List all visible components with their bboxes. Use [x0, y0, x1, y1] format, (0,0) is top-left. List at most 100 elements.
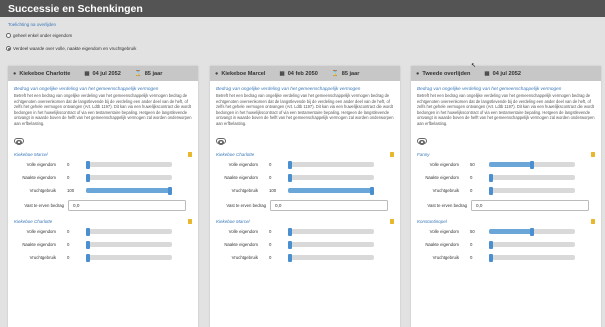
trash-icon[interactable] [390, 219, 394, 224]
person-name[interactable]: Kiekeboe Charlotte [216, 152, 254, 157]
slider-handle[interactable] [489, 240, 493, 249]
percentage-slider[interactable] [86, 240, 172, 249]
toggle-switch[interactable] [14, 138, 24, 145]
percentage-slider[interactable] [489, 160, 575, 169]
slider-handle[interactable] [288, 240, 292, 249]
option-radio-1[interactable]: Verdeel waarde over volle, naakte eigend… [6, 46, 136, 51]
slider-label: Vruchtgebruik [231, 255, 258, 260]
slider-handle[interactable] [288, 227, 292, 236]
slider-value: 50 [470, 229, 475, 234]
slider-value: 50 [470, 162, 475, 167]
slider-value: 0 [67, 242, 70, 247]
slider-label: Volle eigendom [228, 162, 258, 167]
trash-icon[interactable] [591, 219, 595, 224]
person-header: Kiekeboe Marcel [14, 152, 192, 157]
slider-handle[interactable] [86, 227, 90, 236]
percentage-slider[interactable] [489, 240, 575, 249]
hourglass-icon: ⌛ [134, 70, 142, 77]
section-description: Betreft het een bedrag van ongelijke ver… [14, 93, 192, 126]
fixed-amount-label: Vast te erven bedrag [24, 203, 64, 208]
percentage-slider[interactable] [86, 253, 172, 262]
percentage-slider[interactable] [489, 253, 575, 262]
slider-label: Volle eigendom [26, 229, 56, 234]
trash-icon[interactable] [188, 219, 192, 224]
percentage-slider[interactable] [489, 173, 575, 182]
radio-icon[interactable] [6, 33, 11, 38]
slider-handle[interactable] [489, 253, 493, 262]
option-label: Verdeel waarde over volle, naakte eigend… [13, 46, 137, 51]
calendar-icon: ▦ [279, 70, 285, 77]
slider-handle[interactable] [86, 160, 90, 169]
person-name[interactable]: Kiekeboe Marcel [216, 219, 250, 224]
slider-label: Naakte eigendom [224, 242, 258, 247]
slider-handle[interactable] [530, 160, 534, 169]
slider-label: Vruchtgebruik [29, 188, 56, 193]
percentage-slider[interactable] [288, 227, 374, 236]
person-name[interactable]: Konstantinopel [417, 219, 447, 224]
top-bar: Successie en Schenkingen [0, 0, 605, 17]
percentage-slider[interactable] [489, 186, 575, 195]
toggle-switch[interactable] [216, 138, 226, 145]
fixed-amount-input[interactable]: 0,0 [471, 200, 589, 211]
column-name: Tweede overlijden [422, 70, 471, 77]
slider-label: Volle eigendom [429, 162, 459, 167]
option-radio-0[interactable]: geheel enkel onder eigendom [6, 33, 72, 38]
fixed-amount-input[interactable]: 0,0 [68, 200, 186, 211]
percentage-slider[interactable] [86, 160, 172, 169]
person-name[interactable]: Fanny [417, 152, 430, 157]
slider-handle[interactable] [168, 186, 172, 195]
percentage-slider[interactable] [489, 227, 575, 236]
trash-icon[interactable] [188, 152, 192, 157]
calendar-icon: ▦ [484, 70, 490, 77]
slider-label: Volle eigendom [228, 229, 258, 234]
percentage-slider[interactable] [86, 173, 172, 182]
slider-handle[interactable] [288, 173, 292, 182]
percentage-slider[interactable] [288, 173, 374, 182]
trash-icon[interactable] [591, 152, 595, 157]
slider-handle[interactable] [530, 227, 534, 236]
slider-handle[interactable] [288, 253, 292, 262]
person-name[interactable]: Kiekeboe Marcel [14, 152, 48, 157]
percentage-slider[interactable] [288, 240, 374, 249]
percentage-slider[interactable] [86, 227, 172, 236]
fixed-amount-label: Vast te erven bedrag [427, 203, 467, 208]
fixed-amount-input[interactable]: 0,0 [270, 200, 388, 211]
slider-value: 0 [470, 175, 473, 180]
slider-value: 0 [269, 242, 272, 247]
column-card: ● Kiekeboe Marcel ▦ 04 feb 2050 ⌛ 85 jaar Bedr… [210, 66, 400, 327]
mouse-cursor-icon: ↖ [471, 63, 477, 69]
slider-handle[interactable] [86, 253, 90, 262]
fixed-amount-row: Vast te erven bedrag 0,0 [216, 200, 394, 211]
slider-row: Naakte eigendom 0 [216, 172, 394, 183]
slider-row: Vruchtgebruik 100 [14, 185, 192, 196]
slider-row: Naakte eigendom 0 [216, 239, 394, 250]
percentage-slider[interactable] [288, 160, 374, 169]
slider-row: Naakte eigendom 0 [417, 239, 595, 250]
trash-icon[interactable] [390, 152, 394, 157]
person-header: Kiekeboe Charlotte [14, 219, 192, 224]
user-icon: ● [215, 70, 219, 77]
percentage-slider[interactable] [288, 253, 374, 262]
slider-handle[interactable] [86, 240, 90, 249]
slider-handle[interactable] [86, 173, 90, 182]
slider-handle[interactable] [489, 173, 493, 182]
slider-value: 0 [67, 255, 70, 260]
section-description: Betreft het een bedrag van ongelijke ver… [417, 93, 595, 126]
slider-handle[interactable] [370, 186, 374, 195]
fixed-amount-row: Vast te erven bedrag 0,0 [417, 200, 595, 211]
slider-label: Naakte eigendom [425, 175, 459, 180]
fixed-amount-label: Vast te erven bedrag [226, 203, 266, 208]
section-title: Bedrag van ongelijke verdeling van het g… [14, 86, 159, 91]
slider-value: 0 [269, 162, 272, 167]
toggle-switch[interactable] [417, 138, 427, 145]
option-label: geheel enkel onder eigendom [13, 33, 73, 38]
slider-handle[interactable] [489, 186, 493, 195]
slider-handle[interactable] [288, 160, 292, 169]
column-date: 04 jul 2052 [492, 70, 521, 77]
fixed-amount-row: Vast te erven bedrag 0,0 [14, 200, 192, 211]
percentage-slider[interactable] [288, 186, 374, 195]
person-name[interactable]: Kiekeboe Charlotte [14, 219, 52, 224]
percentage-slider[interactable] [86, 186, 172, 195]
page-subtitle[interactable]: Toelichting na overlijden [8, 22, 56, 27]
radio-selected-icon[interactable] [6, 46, 11, 51]
